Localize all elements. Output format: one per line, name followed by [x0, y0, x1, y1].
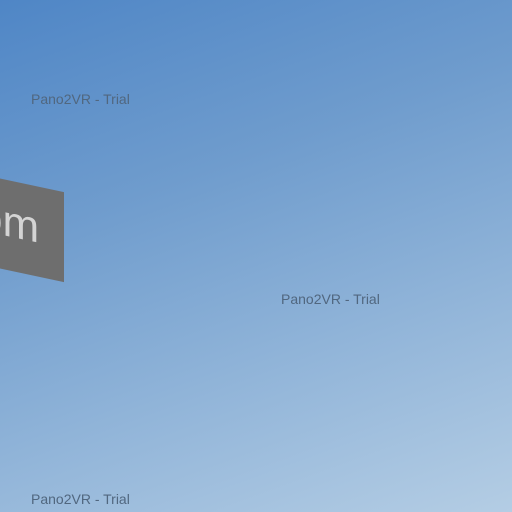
sign-panel: om	[0, 170, 64, 283]
panorama-viewport[interactable]: om Pano2VR - Trial Pano2VR - Trial Pano2…	[0, 0, 512, 512]
sign-text: om	[0, 190, 40, 253]
trial-watermark: Pano2VR - Trial	[31, 491, 130, 507]
trial-watermark: Pano2VR - Trial	[281, 291, 380, 307]
trial-watermark: Pano2VR - Trial	[31, 91, 130, 107]
